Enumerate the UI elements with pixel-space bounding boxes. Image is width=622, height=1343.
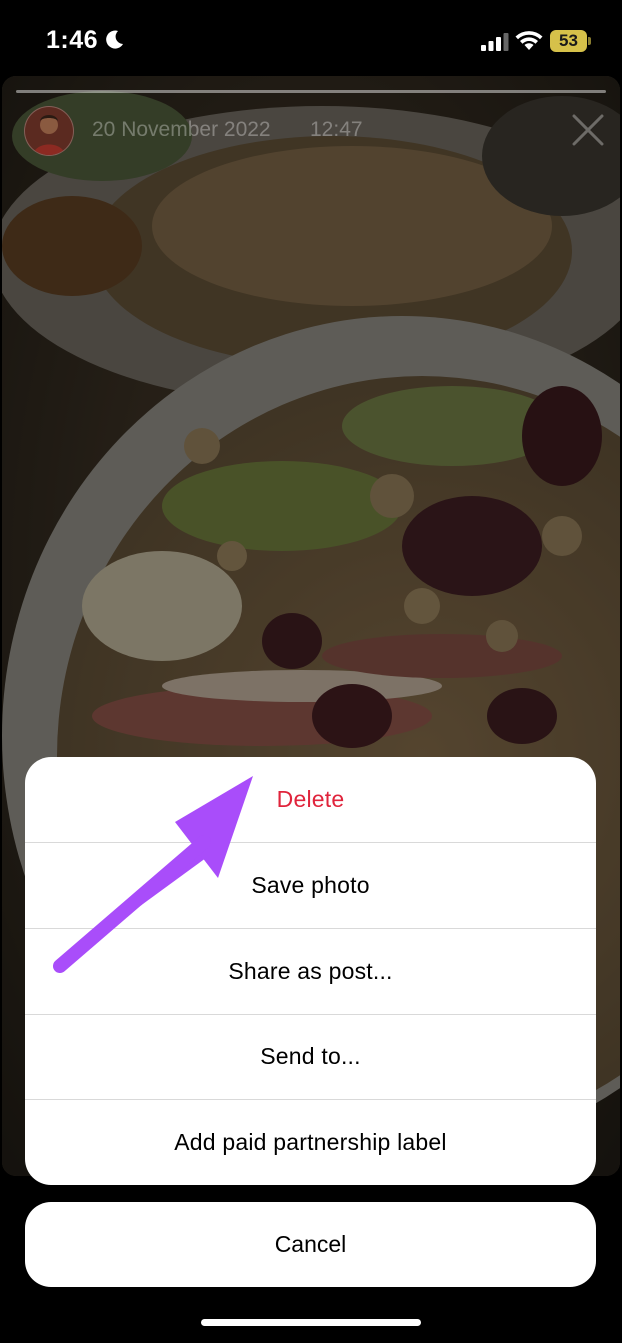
- add-paid-partnership-label-button[interactable]: Add paid partnership label: [25, 1100, 596, 1185]
- cancel-button[interactable]: Cancel: [25, 1202, 596, 1287]
- moon-icon: [106, 30, 123, 49]
- story-time: 12:47: [310, 118, 363, 141]
- delete-button[interactable]: Delete: [25, 757, 596, 842]
- status-time: 1:46: [46, 26, 99, 54]
- avatar[interactable]: [24, 106, 74, 156]
- user-avatar-icon: [33, 115, 65, 155]
- signal-icon: [481, 33, 509, 51]
- send-to-button[interactable]: Send to...: [25, 1014, 596, 1099]
- wifi-icon: [515, 31, 543, 50]
- share-as-post-button[interactable]: Share as post...: [25, 929, 596, 1014]
- save-photo-button[interactable]: Save photo: [25, 843, 596, 928]
- home-indicator: [201, 1319, 421, 1326]
- close-icon[interactable]: [570, 112, 606, 148]
- battery-icon: 53: [550, 30, 592, 52]
- action-sheet: Delete Save photo Share as post... Send …: [25, 757, 596, 1185]
- status-bar: 1:46 53: [0, 0, 622, 80]
- story-date: 20 November 2022: [92, 118, 271, 141]
- battery-level: 53: [559, 31, 578, 50]
- story-progress-bar: [16, 90, 606, 93]
